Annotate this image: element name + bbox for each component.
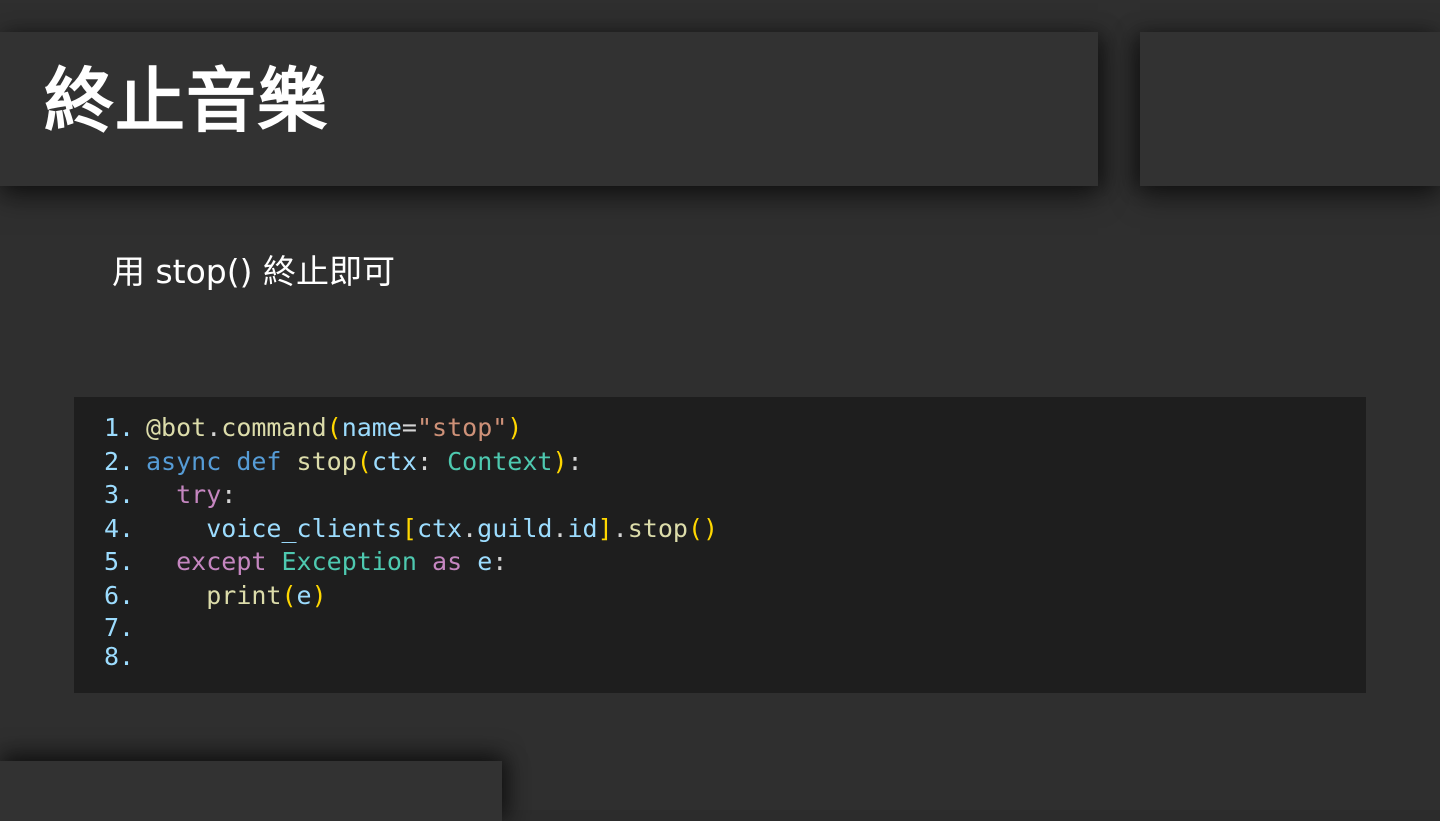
code-token: def: [236, 446, 282, 476]
code-line: 8.: [104, 642, 718, 671]
line-number: 5.: [104, 547, 135, 577]
line-number: 3.: [104, 480, 135, 510]
code-token: :: [221, 480, 237, 510]
slide: 終止音樂 用 stop() 終止即可 1. @bot.command(name="…: [0, 0, 1440, 821]
slide-subtitle: 用 stop() 終止即可: [112, 252, 395, 291]
code-block: 1. @bot.command(name="stop") 2. async def s…: [74, 397, 1366, 693]
code-line: 1. @bot.command(name="stop"): [104, 411, 718, 445]
slide-title: 終止音樂: [44, 60, 328, 142]
code-token: stop: [627, 513, 688, 543]
code-token: (: [356, 446, 372, 476]
code-token: (): [687, 513, 719, 543]
line-number: 2.: [104, 446, 135, 476]
code-token: .: [206, 413, 222, 442]
line-number: 1.: [104, 413, 135, 442]
code-token: ctx: [416, 513, 463, 543]
code-token: e: [477, 547, 493, 577]
code-token: .: [552, 513, 568, 543]
code-token: print: [206, 580, 282, 610]
code-line: 5. except Exception as e:: [104, 545, 718, 579]
code-token: e: [296, 580, 312, 610]
code-token: =: [401, 413, 417, 442]
code-token: :: [416, 446, 448, 476]
line-number: 7.: [104, 612, 135, 642]
code-line: 2. async def stop(ctx: Context):: [104, 445, 718, 479]
code-token: .: [612, 513, 628, 543]
code-token: "stop": [416, 413, 508, 442]
code-token: ): [552, 446, 568, 476]
line-number: 8.: [104, 641, 135, 671]
code-token: .: [462, 513, 478, 543]
code-listing: 1. @bot.command(name="stop") 2. async def s…: [104, 411, 718, 671]
code-token: (: [281, 580, 297, 610]
code-token: @bot: [146, 413, 207, 442]
code-token: id: [567, 513, 598, 543]
code-token: :: [492, 547, 508, 577]
code-token: ctx: [371, 446, 417, 476]
code-token: as: [432, 547, 463, 577]
code-token: guild: [477, 513, 553, 543]
code-token: except: [176, 547, 267, 577]
code-token: name: [341, 413, 402, 442]
code-token: stop: [296, 446, 357, 476]
code-token: voice_clients: [206, 513, 402, 543]
line-number: 4.: [104, 513, 135, 543]
code-line: 7.: [104, 613, 718, 642]
code-token: command: [221, 413, 327, 442]
code-token: [: [401, 513, 417, 543]
code-token: (: [326, 413, 342, 442]
code-token: ): [311, 580, 327, 610]
code-token: ): [507, 413, 523, 442]
code-token: try: [176, 480, 222, 510]
code-token: ]: [597, 513, 613, 543]
code-token: Context: [447, 446, 553, 476]
code-token: :: [567, 446, 583, 476]
code-line: 4. voice_clients[ctx.guild.id].stop(): [104, 512, 718, 546]
code-line: 3. try:: [104, 478, 718, 512]
code-token: async: [146, 446, 222, 476]
line-number: 6.: [104, 580, 135, 610]
code-line: 6. print(e): [104, 579, 718, 613]
bottom-panel: [0, 761, 502, 821]
code-token: Exception: [281, 547, 417, 577]
side-panel: [1140, 32, 1440, 186]
